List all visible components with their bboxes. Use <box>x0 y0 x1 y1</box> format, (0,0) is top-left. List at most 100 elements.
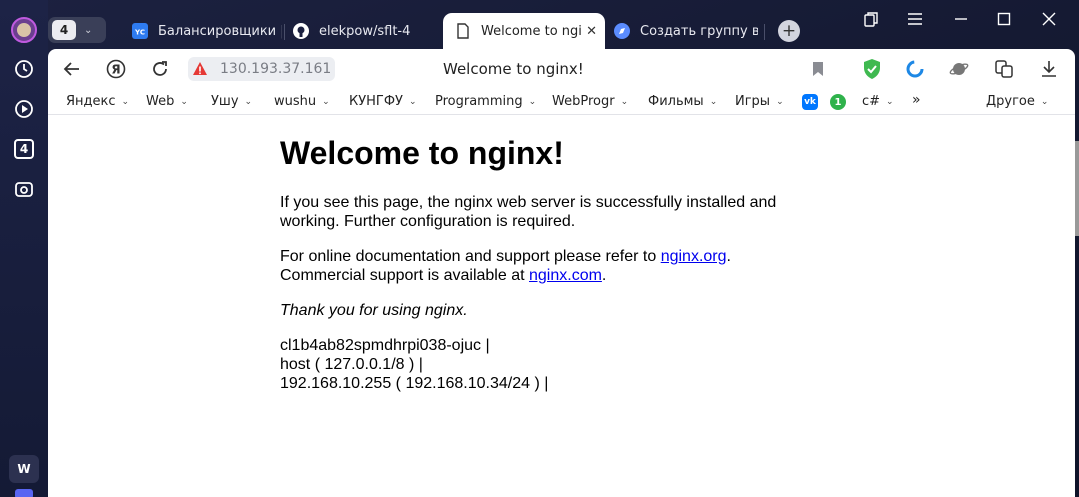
toolbar: Я 130.193.37.161 Welcome to nginx! <box>48 49 1075 89</box>
yandex-icon[interactable]: Я <box>104 57 128 81</box>
svg-text:Я: Я <box>111 63 120 77</box>
tab-label: Балансировщики | Y <box>158 23 282 39</box>
bookmark-folder-csharp[interactable]: c# ⌄ <box>862 94 894 109</box>
bookmarks-more-button[interactable]: » <box>912 92 921 108</box>
sidebar-counter-button[interactable]: 4 <box>9 134 39 164</box>
minimize-icon[interactable] <box>950 8 972 30</box>
yc-icon: YC <box>132 23 148 39</box>
docs-paragraph: For online documentation and support ple… <box>280 247 800 285</box>
page-icon <box>455 23 471 39</box>
bookmark-folder-wushu[interactable]: wushu ⌄ <box>274 94 330 109</box>
planet-icon[interactable] <box>947 57 971 81</box>
bookmark-folder-yandex[interactable]: Яндекс ⌄ <box>66 94 129 109</box>
new-tab-button[interactable]: + <box>778 20 800 42</box>
docs-text-end: . <box>726 248 731 265</box>
maximize-icon[interactable] <box>993 8 1015 30</box>
screenshot-icon[interactable] <box>9 174 39 204</box>
avatar[interactable] <box>11 17 37 43</box>
host-info-line: host ( 127.0.0.1/8 ) | <box>280 356 423 373</box>
url-text: 130.193.37.161 <box>220 61 332 77</box>
sidebar-app-icon[interactable] <box>15 489 33 497</box>
bookmark-one-icon[interactable]: 1 <box>830 94 846 110</box>
avatar-image <box>17 23 31 37</box>
history-icon[interactable] <box>9 54 39 84</box>
page-title: Welcome to nginx! <box>443 60 584 78</box>
tab-nginx-active[interactable]: Welcome to nginx! ✕ <box>443 13 605 49</box>
back-icon[interactable] <box>60 57 84 81</box>
page-body: Welcome to nginx! If you see this page, … <box>280 133 800 409</box>
chevron-down-icon: ⌄ <box>121 96 130 107</box>
tab-balancers[interactable]: YC Балансировщики | Y <box>132 13 282 49</box>
bookmark-label: Игры <box>735 94 771 109</box>
nginx-org-link[interactable]: nginx.org <box>661 248 727 265</box>
collections-icon[interactable] <box>860 8 882 30</box>
bookmark-folder-other[interactable]: Другое ⌄ <box>986 94 1048 109</box>
commercial-text: Commercial support is available at <box>280 267 529 284</box>
bookmark-label: wushu <box>274 94 317 109</box>
tab-github[interactable]: elekpow/sflt-4 <box>293 13 433 49</box>
tab-counter-button[interactable]: 4 ⌄ <box>48 17 106 43</box>
chevron-down-icon: ⌄ <box>408 96 417 107</box>
shield-icon[interactable] <box>860 57 884 81</box>
github-icon <box>293 23 309 39</box>
sidebar-app-w[interactable]: W <box>9 455 39 483</box>
chevron-down-icon: ⌄ <box>244 96 253 107</box>
bookmark-folder-games[interactable]: Игры ⌄ <box>735 94 784 109</box>
browser-window: Я 130.193.37.161 Welcome to nginx! Яндек… <box>48 49 1079 497</box>
chevron-down-icon: ⌄ <box>1040 96 1049 107</box>
bookmark-icon[interactable] <box>806 57 830 81</box>
chevron-down-icon: ⌄ <box>620 96 629 107</box>
close-icon[interactable]: ✕ <box>586 24 597 39</box>
compass-icon <box>614 23 630 39</box>
thanks-paragraph: Thank you for using nginx. <box>280 301 800 320</box>
chevron-down-icon: ⌄ <box>886 96 894 107</box>
sidebar-counter: 4 <box>14 139 34 159</box>
bookmarks-bar: Яндекс ⌄ Web ⌄ Ушу ⌄ wushu ⌄ КУНГФУ ⌄ Program… <box>48 89 1075 115</box>
chevron-down-icon: ⌄ <box>180 96 188 107</box>
tab-count: 4 <box>52 20 76 40</box>
download-icon[interactable] <box>1037 57 1061 81</box>
chevron-down-icon: ⌄ <box>84 24 93 36</box>
bookmark-label: WebProgr <box>552 94 615 109</box>
tab-label: elekpow/sflt-4 <box>319 23 411 39</box>
bookmark-label: Programming <box>435 94 523 109</box>
bookmark-folder-programming[interactable]: Programming ⌄ <box>435 94 536 109</box>
bookmark-folder-ushu[interactable]: Ушу ⌄ <box>211 94 252 109</box>
bookmark-label: Ушу <box>211 94 239 109</box>
left-sidebar: 4 W <box>0 0 48 497</box>
bookmark-folder-webprogr[interactable]: WebProgr ⌄ <box>552 94 628 109</box>
tab-separator <box>284 24 285 40</box>
warning-icon[interactable] <box>188 57 212 81</box>
address-bar[interactable]: 130.193.37.161 <box>188 57 335 81</box>
translate-icon[interactable] <box>992 57 1016 81</box>
svg-text:YC: YC <box>134 29 145 37</box>
scrollbar[interactable] <box>1075 141 1079 236</box>
extension-c-icon[interactable] <box>903 57 927 81</box>
chevron-down-icon: ⌄ <box>709 96 718 107</box>
bookmark-label: КУНГФУ <box>349 94 403 109</box>
host-info: cl1b4ab82spmdhrpi038-ojuc | host ( 127.0… <box>280 336 800 393</box>
bookmark-label: c# <box>862 94 881 109</box>
nginx-com-link[interactable]: nginx.com <box>529 267 602 284</box>
bookmark-label: Яндекс <box>66 94 116 109</box>
bookmark-label: Фильмы <box>648 94 704 109</box>
bookmark-label: Web <box>146 94 175 109</box>
close-window-icon[interactable] <box>1038 8 1060 30</box>
thanks-text: Thank you for using nginx. <box>280 302 468 319</box>
bookmark-label: Другое <box>986 94 1035 109</box>
tab-separator <box>764 24 765 40</box>
menu-icon[interactable] <box>904 8 926 30</box>
bookmark-folder-films[interactable]: Фильмы ⌄ <box>648 94 717 109</box>
tab-label: Welcome to nginx! <box>481 23 583 39</box>
play-icon[interactable] <box>9 94 39 124</box>
tab-create-group[interactable]: Создать группу вир <box>614 13 758 49</box>
intro-paragraph: If you see this page, the nginx web serv… <box>280 194 777 230</box>
reload-icon[interactable] <box>148 57 172 81</box>
chevron-down-icon: ⌄ <box>322 96 330 107</box>
host-info-line: cl1b4ab82spmdhrpi038-ojuc | <box>280 337 490 354</box>
chevron-down-icon: ⌄ <box>776 96 784 107</box>
vk-icon[interactable]: vk <box>802 94 818 110</box>
bookmark-folder-web[interactable]: Web ⌄ <box>146 94 188 109</box>
bookmark-folder-kungfu[interactable]: КУНГФУ ⌄ <box>349 94 417 109</box>
chevron-down-icon: ⌄ <box>528 96 537 107</box>
